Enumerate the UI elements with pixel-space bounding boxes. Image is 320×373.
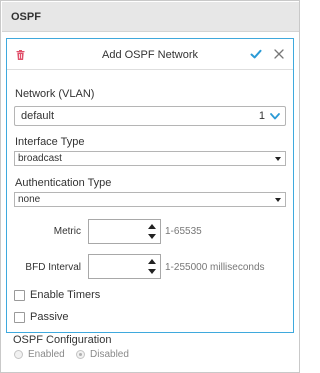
interface-type-label: Interface Type — [15, 136, 85, 148]
metric-range-hint: 1-65535 — [165, 226, 202, 237]
passive-checkbox[interactable] — [14, 312, 25, 323]
page-title: OSPF — [11, 11, 41, 23]
close-icon[interactable] — [273, 48, 285, 60]
decrement-arrow-icon[interactable] — [148, 269, 156, 274]
ospf-disabled-label: Disabled — [90, 349, 129, 360]
ospf-disabled-radio[interactable] — [76, 350, 85, 359]
bfd-interval-input[interactable] — [89, 255, 145, 278]
ospf-panel: OSPF Add OSPF Network Network (VLAN) def… — [0, 0, 300, 373]
network-vlan-select[interactable]: default 1 — [14, 106, 286, 126]
interface-type-select[interactable]: broadcast — [14, 151, 286, 166]
bfd-interval-range-hint: 1-255000 milliseconds — [165, 262, 265, 273]
ospf-enabled-radio[interactable] — [14, 350, 23, 359]
checkmark-icon[interactable] — [250, 48, 262, 60]
enable-timers-checkbox[interactable] — [14, 290, 25, 301]
network-vlan-value: default — [21, 110, 55, 122]
dialog-header: Add OSPF Network — [7, 39, 293, 70]
authentication-type-label: Authentication Type — [15, 177, 112, 189]
add-ospf-network-dialog: Add OSPF Network Network (VLAN) default … — [6, 38, 294, 333]
enable-timers-label: Enable Timers — [30, 289, 101, 301]
passive-label: Passive — [30, 311, 69, 323]
interface-type-value: broadcast — [18, 153, 62, 164]
authentication-type-value: none — [18, 194, 41, 205]
bfd-interval-stepper — [88, 254, 161, 279]
dropdown-arrow-icon — [275, 198, 281, 202]
ospf-configuration-title: OSPF Configuration — [13, 334, 112, 346]
bfd-interval-label: BFD Interval — [25, 262, 81, 273]
network-vlan-label: Network (VLAN) — [15, 88, 95, 100]
increment-arrow-icon[interactable] — [148, 259, 156, 264]
metric-label: Metric — [53, 226, 81, 237]
dropdown-arrow-icon — [275, 157, 281, 161]
metric-input[interactable] — [89, 220, 145, 243]
header-bar: OSPF — [2, 2, 299, 32]
decrement-arrow-icon[interactable] — [148, 234, 156, 239]
metric-stepper — [88, 219, 161, 244]
ospf-enabled-label: Enabled — [28, 349, 65, 360]
increment-arrow-icon[interactable] — [148, 224, 156, 229]
authentication-type-select[interactable]: none — [14, 192, 286, 207]
chevron-down-icon[interactable] — [270, 112, 280, 121]
network-vlan-count: 1 — [258, 110, 265, 122]
